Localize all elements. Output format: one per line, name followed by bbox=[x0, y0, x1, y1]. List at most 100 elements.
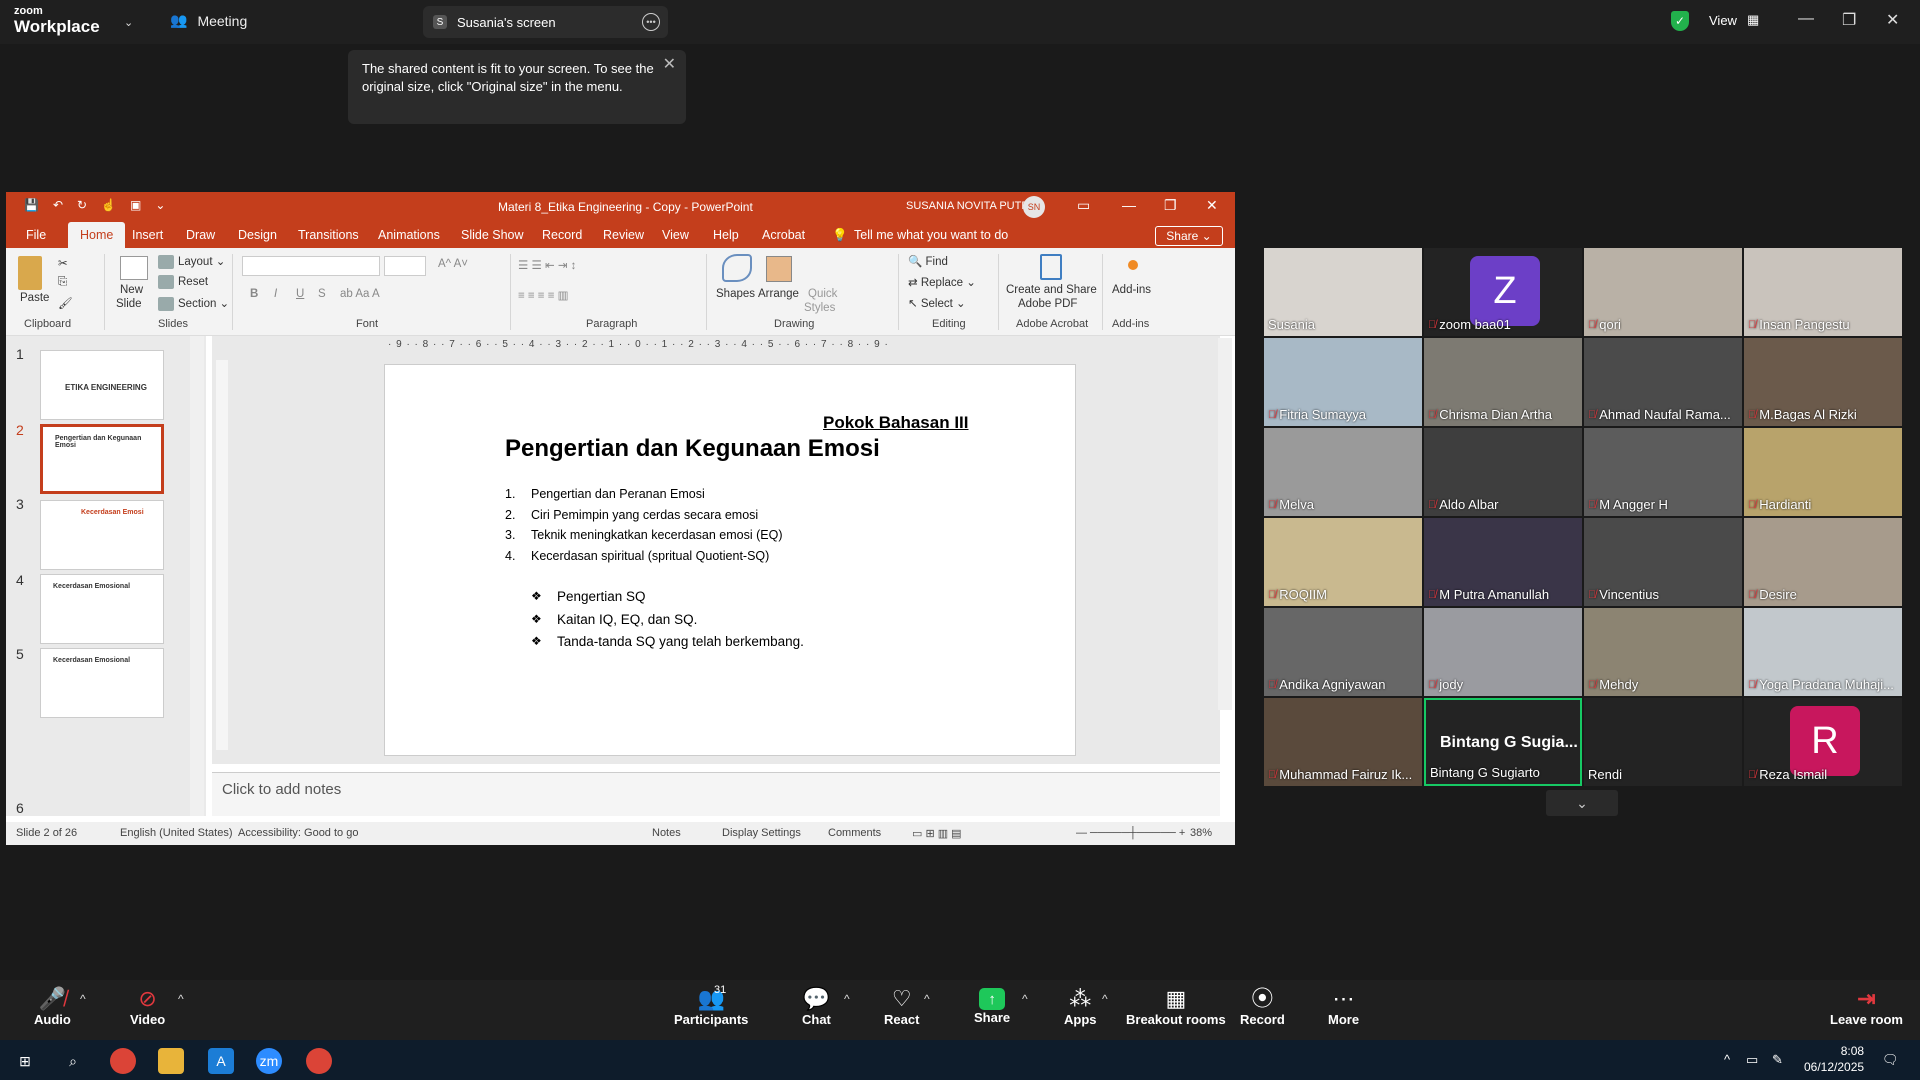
participant-tile[interactable]: 🎙̸ Ahmad Naufal Rama... bbox=[1584, 338, 1742, 426]
add-ins-icon[interactable] bbox=[1128, 260, 1138, 270]
replace-button[interactable]: ⇄ Replace ⌄ bbox=[908, 275, 976, 289]
tab-draw[interactable]: Draw bbox=[186, 222, 215, 248]
close-icon[interactable]: ✕ bbox=[1886, 10, 1899, 30]
paste-icon[interactable] bbox=[18, 256, 42, 290]
chat-options-icon[interactable]: ^ bbox=[844, 992, 850, 1006]
chrome-icon[interactable] bbox=[306, 1048, 332, 1074]
leave-room-button[interactable]: ⇥ Leave room bbox=[1830, 986, 1903, 1027]
reset-button[interactable]: Reset bbox=[158, 275, 208, 289]
react-options-icon[interactable]: ^ bbox=[924, 992, 930, 1006]
slide-title[interactable]: Pengertian dan Kegunaan Emosi bbox=[505, 435, 880, 463]
ribbon-display-icon[interactable]: ▭ bbox=[1077, 197, 1090, 214]
create-share-line1[interactable]: Create and Share bbox=[1006, 284, 1097, 296]
windows-start-icon[interactable]: ⊞ bbox=[12, 1048, 38, 1074]
create-share-line2[interactable]: Adobe PDF bbox=[1018, 298, 1077, 310]
participant-tile[interactable]: 🎙̸ M.Bagas Al Rizki bbox=[1744, 338, 1902, 426]
participant-tile[interactable]: Susania bbox=[1264, 248, 1422, 336]
participant-tile[interactable]: 🎙̸ Hardianti bbox=[1744, 428, 1902, 516]
security-shield-icon[interactable]: ✓ bbox=[1671, 11, 1689, 31]
apps-options-icon[interactable]: ^ bbox=[1102, 992, 1108, 1006]
comments-button[interactable]: Comments bbox=[828, 827, 881, 839]
more-options-icon[interactable]: ••• bbox=[642, 13, 660, 31]
tab-slide-show[interactable]: Slide Show bbox=[461, 222, 524, 248]
quick-styles-line1[interactable]: Quick bbox=[808, 288, 837, 300]
new-slide-icon[interactable] bbox=[120, 256, 148, 280]
numbered-list[interactable]: 1. Pengertian dan Peranan Emosi 2. Ciri Pe… bbox=[505, 487, 783, 569]
slide-subtitle[interactable]: Pokok Bahasan III bbox=[823, 413, 969, 433]
tab-view[interactable]: View bbox=[662, 222, 689, 248]
tab-home[interactable]: Home bbox=[68, 222, 126, 248]
react-button[interactable]: ♡ React bbox=[884, 986, 919, 1027]
share-button[interactable]: Share ⌄ bbox=[1155, 226, 1223, 246]
tab-insert[interactable]: Insert bbox=[132, 222, 163, 248]
cut-icon[interactable]: ✂ bbox=[58, 256, 68, 270]
slide-thumbnail-3[interactable]: Kecerdasan Emosi bbox=[40, 500, 164, 570]
participant-tile[interactable]: 🎙̸ M Angger H bbox=[1584, 428, 1742, 516]
participants-button[interactable]: 👥 31 Participants bbox=[674, 984, 748, 1027]
participant-tile[interactable]: 🎙̸ ROQIIM bbox=[1264, 518, 1422, 606]
share-screen-button[interactable]: ↑ Share bbox=[974, 986, 1010, 1025]
chat-button[interactable]: 💬 Chat bbox=[802, 986, 831, 1027]
tab-design[interactable]: Design bbox=[238, 222, 277, 248]
quick-styles-line2[interactable]: Styles bbox=[804, 302, 835, 314]
video-button[interactable]: ⊘ Video bbox=[130, 986, 165, 1027]
app-store-icon[interactable]: A bbox=[208, 1048, 234, 1074]
tab-file[interactable]: File bbox=[26, 222, 46, 248]
audio-button[interactable]: 🎤̸ Audio bbox=[34, 986, 71, 1027]
font-color-icon[interactable]: ab Aa A bbox=[340, 288, 380, 300]
more-button[interactable]: ⋯ More bbox=[1328, 986, 1359, 1027]
paste-button[interactable]: Paste bbox=[20, 292, 49, 304]
maximize-icon[interactable]: ❐ bbox=[1164, 197, 1177, 214]
system-clock[interactable]: 8:08 06/12/2025 bbox=[1804, 1043, 1864, 1075]
zoom-level[interactable]: 38% bbox=[1190, 827, 1212, 839]
tab-transitions[interactable]: Transitions bbox=[298, 222, 359, 248]
layout-icon[interactable]: ▣ bbox=[130, 198, 141, 212]
participant-tile[interactable]: 🎙̸ Desire bbox=[1744, 518, 1902, 606]
adobe-pdf-icon[interactable] bbox=[1040, 254, 1062, 280]
slide-thumbnail-5[interactable]: Kecerdasan Emosional bbox=[40, 648, 164, 718]
participant-tile[interactable]: 🎙̸ Fitria Sumayya bbox=[1264, 338, 1422, 426]
share-options-icon[interactable]: ^ bbox=[1022, 992, 1028, 1006]
select-button[interactable]: ↖ Select ⌄ bbox=[908, 296, 966, 310]
view-buttons[interactable]: ▭ ⊞ ▥ ▤ bbox=[912, 827, 962, 840]
slide-scrollbar[interactable] bbox=[1218, 338, 1232, 710]
shapes-button[interactable]: Shapes bbox=[716, 288, 755, 300]
close-icon[interactable]: ✕ bbox=[663, 56, 676, 74]
new-slide-line1[interactable]: New bbox=[120, 284, 143, 296]
new-slide-line2[interactable]: Slide bbox=[116, 298, 142, 310]
shapes-icon[interactable] bbox=[722, 254, 752, 282]
tab-acrobat[interactable]: Acrobat bbox=[762, 222, 805, 248]
zoom-app-icon[interactable]: zm bbox=[256, 1048, 282, 1074]
current-slide[interactable]: Pokok Bahasan III Pengertian dan Kegunaa… bbox=[384, 364, 1076, 756]
tray-overflow-icon[interactable]: ^ bbox=[1724, 1052, 1730, 1067]
language-status[interactable]: English (United States) bbox=[120, 827, 233, 839]
strikethrough-icon[interactable]: S bbox=[318, 288, 326, 300]
zoom-slider[interactable]: — ─────┼───── + bbox=[1076, 827, 1185, 839]
participant-tile[interactable]: 🎙̸ Yoga Pradana Muhaji... bbox=[1744, 608, 1902, 696]
slide-thumbnail-4[interactable]: Kecerdasan Emosional bbox=[40, 574, 164, 644]
participant-tile[interactable]: 🎙̸ jody bbox=[1424, 608, 1582, 696]
participant-tile[interactable]: 🎙̸ M Putra Amanullah bbox=[1424, 518, 1582, 606]
participant-tile[interactable]: 🎙̸ Andika Agniyawan bbox=[1264, 608, 1422, 696]
arrange-icon[interactable] bbox=[766, 256, 792, 282]
participant-tile[interactable]: Z 🎙̸ zoom baa01 bbox=[1424, 248, 1582, 336]
slide-thumbnail-1[interactable]: ETIKA ENGINEERING bbox=[40, 350, 164, 420]
chevron-down-icon[interactable]: ⌄ bbox=[1546, 790, 1618, 816]
tell-me-search[interactable]: Tell me what you want to do bbox=[854, 222, 1008, 248]
restore-icon[interactable]: ❐ bbox=[1842, 10, 1856, 30]
file-explorer-icon[interactable] bbox=[158, 1048, 184, 1074]
undo-icon[interactable]: ↶ bbox=[53, 198, 63, 212]
underline-icon[interactable]: U bbox=[296, 288, 304, 300]
customize-qat-icon[interactable]: ⌄ bbox=[155, 198, 165, 212]
align-icon[interactable]: ≡ ≡ ≡ ≡ ▥ bbox=[518, 288, 569, 302]
participant-tile[interactable]: 🎙̸ Chrisma Dian Artha bbox=[1424, 338, 1582, 426]
slide-thumbnail-2[interactable]: Pengertian dan Kegunaan Emosi bbox=[40, 424, 164, 494]
participant-tile[interactable]: 🎙̸ qori bbox=[1584, 248, 1742, 336]
thumbnails-scrollbar[interactable] bbox=[190, 336, 204, 816]
notifications-icon[interactable]: 🗨 bbox=[1882, 1052, 1899, 1068]
tab-animations[interactable]: Animations bbox=[378, 222, 440, 248]
record-button[interactable]: ⦿ Record bbox=[1240, 986, 1285, 1027]
user-avatar[interactable]: SN bbox=[1023, 196, 1045, 218]
network-icon[interactable]: ▭ bbox=[1746, 1052, 1758, 1068]
minimize-icon[interactable]: — bbox=[1798, 10, 1814, 28]
